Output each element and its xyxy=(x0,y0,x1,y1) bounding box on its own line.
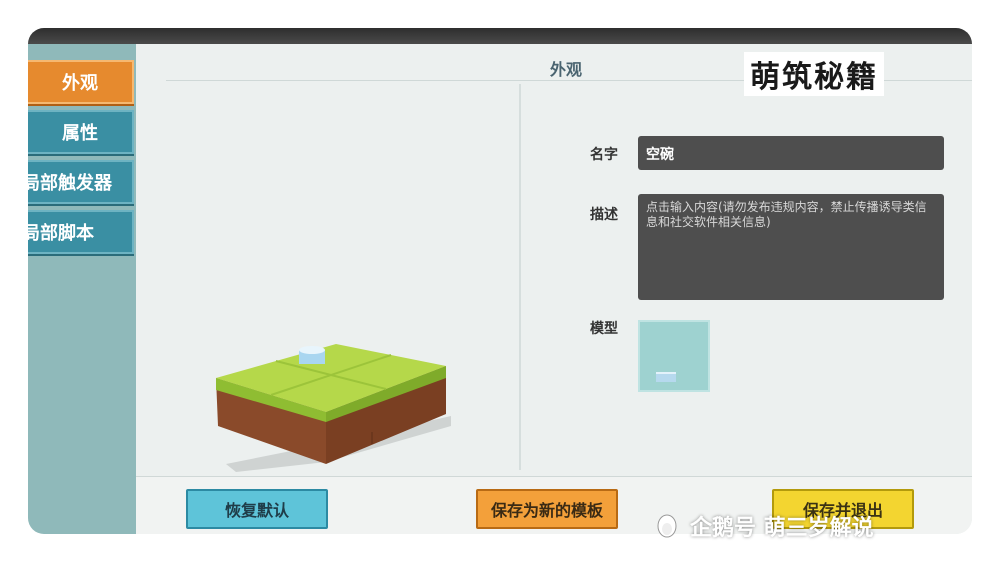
game-window: 外观 属性 局部触发器 局部脚本 外观 萌筑秘籍 名字 空碗 描述 点击输入内容… xyxy=(28,28,972,534)
tab-local-triggers[interactable]: 局部触发器 xyxy=(28,160,134,204)
appearance-panel: 外观 萌筑秘籍 名字 空碗 描述 点击输入内容(请勿发布违规内容，禁止传播诱导类… xyxy=(136,44,972,534)
watermark: 企鹅号 萌三岁解说 xyxy=(652,506,982,546)
panel-title: 外观 xyxy=(549,60,582,79)
model-thumbnail[interactable] xyxy=(638,320,710,392)
name-label: 名字 xyxy=(590,147,618,163)
model-preview[interactable] xyxy=(196,294,456,474)
top-strip xyxy=(28,28,972,44)
name-input[interactable]: 空碗 xyxy=(638,136,944,170)
logo: 萌筑秘籍 xyxy=(744,52,884,96)
tab-properties[interactable]: 属性 xyxy=(28,110,134,154)
penguin-icon xyxy=(657,514,677,538)
reset-default-button[interactable]: 恢复默认 xyxy=(186,489,328,529)
bowl-thumbnail-icon xyxy=(656,372,676,382)
model-label: 模型 xyxy=(590,321,618,337)
tab-local-scripts[interactable]: 局部脚本 xyxy=(28,210,134,254)
description-label: 描述 xyxy=(590,207,618,223)
vertical-divider xyxy=(519,84,521,470)
sidebar: 外观 属性 局部触发器 局部脚本 xyxy=(28,44,136,534)
bowl-rim xyxy=(299,346,325,354)
tab-appearance[interactable]: 外观 xyxy=(28,60,134,104)
save-as-template-button[interactable]: 保存为新的模板 xyxy=(476,489,618,529)
grass-block-model xyxy=(216,344,451,472)
description-input[interactable]: 点击输入内容(请勿发布违规内容，禁止传播诱导类信息和社交软件相关信息) xyxy=(638,194,944,300)
watermark-text: 企鹅号 萌三岁解说 xyxy=(690,516,874,541)
